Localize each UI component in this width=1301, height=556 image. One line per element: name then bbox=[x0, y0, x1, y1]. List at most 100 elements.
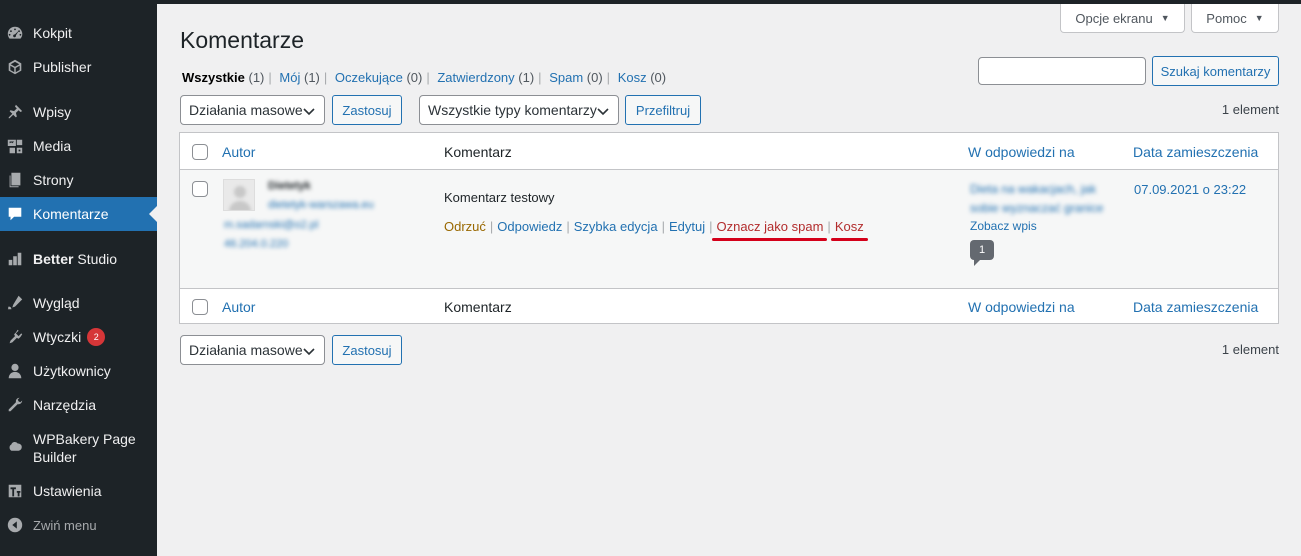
select-all-checkbox-footer[interactable] bbox=[192, 299, 208, 315]
bulk-actions-select-top[interactable]: Działania masowe bbox=[180, 95, 325, 125]
sidebar-item-komentarze[interactable]: Komentarze bbox=[0, 197, 157, 231]
sidebar-item-label: Wygląd bbox=[33, 295, 80, 311]
author-url[interactable]: dietetyk-warszawa.eu bbox=[268, 199, 374, 211]
author-email[interactable]: m.sadarnski@o2.pl bbox=[224, 219, 318, 231]
sidebar-item-label: Użytkownicy bbox=[33, 363, 111, 379]
settings-icon bbox=[6, 482, 24, 500]
edit-link[interactable]: Edytuj bbox=[669, 219, 705, 234]
caret-down-icon: ▼ bbox=[1160, 13, 1170, 23]
column-author[interactable]: Autor bbox=[222, 299, 255, 315]
collapse-menu-button[interactable]: Zwiń menu bbox=[0, 508, 157, 542]
reply-link[interactable]: Odpowiedz bbox=[497, 219, 562, 234]
status-filter-links: Wszystkie (1) | Mój (1) | Oczekujące (0) | … bbox=[182, 70, 667, 85]
sidebar-item-label: Better Studio bbox=[33, 251, 118, 267]
apply-button-bottom[interactable]: Zastosuj bbox=[332, 335, 402, 365]
column-date[interactable]: Data zamieszczenia bbox=[1133, 144, 1258, 160]
mark-spam-link[interactable]: Oznacz jako spam bbox=[716, 219, 823, 234]
row-actions: Odrzuć | Odpowiedz | Szybka edycja | Edytuj | Oz… bbox=[444, 219, 864, 234]
sidebar-item-label: Publisher bbox=[33, 59, 92, 75]
sidebar-item-label: Kokpit bbox=[33, 25, 72, 41]
filter-count: (0) bbox=[650, 70, 667, 85]
sidebar-item-label: Strony bbox=[33, 172, 74, 188]
admin-sidebar: Kokpit Publisher Wpisy Media Strony Kome… bbox=[0, 0, 157, 556]
author-name: Dietetyk bbox=[268, 180, 311, 192]
sidebar-item-label: Media bbox=[33, 138, 72, 154]
comment-count-bubble[interactable]: 1 bbox=[970, 240, 994, 266]
row-checkbox[interactable] bbox=[192, 181, 208, 197]
help-label: Pomoc bbox=[1206, 10, 1247, 26]
column-date[interactable]: Data zamieszczenia bbox=[1133, 299, 1258, 315]
screen-options-tab[interactable]: Opcje ekranu ▼ bbox=[1060, 4, 1185, 33]
users-icon bbox=[6, 362, 24, 380]
help-tab[interactable]: Pomoc ▼ bbox=[1191, 4, 1279, 33]
filter-count: (0) bbox=[406, 70, 423, 85]
sidebar-item-better-studio[interactable]: Better Studio bbox=[0, 242, 157, 276]
column-author[interactable]: Autor bbox=[222, 144, 255, 160]
media-icon bbox=[6, 137, 24, 155]
items-count-top: 1 element bbox=[1221, 102, 1279, 117]
sidebar-item-label: Ustawienia bbox=[33, 483, 102, 499]
filter-trash[interactable]: Kosz bbox=[618, 70, 647, 85]
trash-link[interactable]: Kosz bbox=[835, 219, 864, 234]
filter-all[interactable]: Wszystkie bbox=[182, 70, 245, 85]
view-post-link[interactable]: Zobacz wpis bbox=[970, 219, 1037, 233]
update-count-badge: 2 bbox=[87, 328, 106, 346]
collapse-icon bbox=[6, 516, 24, 534]
sidebar-item-kokpit[interactable]: Kokpit bbox=[0, 16, 157, 50]
appearance-icon bbox=[6, 294, 24, 312]
dashboard-icon bbox=[6, 24, 24, 42]
bulk-actions-select-bottom[interactable]: Działania masowe bbox=[180, 335, 325, 365]
column-comment: Komentarz bbox=[444, 144, 512, 160]
pages-icon bbox=[6, 171, 24, 189]
table-header: Autor Komentarz W odpowiedzi na Data zam… bbox=[180, 133, 1278, 170]
filter-count: (1) bbox=[303, 70, 320, 85]
filter-approved[interactable]: Zatwierdzony bbox=[437, 70, 514, 85]
bulk-actions-selected: Działania masowe bbox=[189, 342, 303, 358]
sidebar-item-wpisy[interactable]: Wpisy bbox=[0, 95, 157, 129]
sidebar-item-publisher[interactable]: Publisher bbox=[0, 50, 157, 84]
author-ip[interactable]: 46.204.0.220 bbox=[224, 238, 288, 250]
apply-button-top[interactable]: Zastosuj bbox=[332, 95, 402, 125]
comment-date[interactable]: 07.09.2021 o 23:22 bbox=[1134, 182, 1246, 197]
publisher-icon bbox=[6, 58, 24, 76]
search-comments-button[interactable]: Szukaj komentarzy bbox=[1152, 56, 1279, 86]
column-response-to[interactable]: W odpowiedzi na bbox=[968, 144, 1075, 160]
comment-type-selected: Wszystkie typy komentarzy bbox=[428, 102, 597, 118]
filter-count: (1) bbox=[248, 70, 265, 85]
chevron-down-icon bbox=[303, 108, 315, 116]
sidebar-item-narzedzia[interactable]: Narzędzia bbox=[0, 388, 157, 422]
sidebar-item-label: Zwiń menu bbox=[33, 517, 97, 533]
sidebar-item-uzytkownicy[interactable]: Użytkownicy bbox=[0, 354, 157, 388]
pin-icon bbox=[6, 103, 24, 121]
sidebar-item-strony[interactable]: Strony bbox=[0, 163, 157, 197]
plugins-icon bbox=[6, 328, 24, 346]
comments-table: Autor Komentarz W odpowiedzi na Data zam… bbox=[179, 132, 1279, 324]
sidebar-item-wtyczki[interactable]: Wtyczki 2 bbox=[0, 320, 157, 354]
page-title: Komentarze bbox=[180, 27, 305, 53]
tools-icon bbox=[6, 396, 24, 414]
unapprove-link[interactable]: Odrzuć bbox=[444, 219, 486, 234]
sidebar-item-wpbakery[interactable]: WPBakery Page Builder bbox=[0, 426, 157, 470]
sidebar-item-ustawienia[interactable]: Ustawienia bbox=[0, 474, 157, 508]
quick-edit-link[interactable]: Szybka edycja bbox=[574, 219, 658, 234]
table-row: Dietetyk dietetyk-warszawa.eu m.sadarnsk… bbox=[180, 170, 1278, 288]
wpbakery-icon bbox=[6, 439, 24, 457]
column-comment: Komentarz bbox=[444, 299, 512, 315]
sidebar-item-label: WPBakery Page Builder bbox=[33, 431, 136, 465]
filter-spam[interactable]: Spam bbox=[549, 70, 583, 85]
sidebar-item-media[interactable]: Media bbox=[0, 129, 157, 163]
comment-text: Komentarz testowy bbox=[444, 190, 555, 205]
select-all-checkbox[interactable] bbox=[192, 144, 208, 160]
filter-pending[interactable]: Oczekujące bbox=[335, 70, 403, 85]
sidebar-item-wyglad[interactable]: Wygląd bbox=[0, 286, 157, 320]
chevron-down-icon bbox=[597, 108, 609, 116]
filter-mine[interactable]: Mój bbox=[279, 70, 300, 85]
sidebar-item-label: Wpisy bbox=[33, 104, 72, 120]
comment-type-select[interactable]: Wszystkie typy komentarzy bbox=[419, 95, 619, 125]
column-response-to[interactable]: W odpowiedzi na bbox=[968, 299, 1075, 315]
in-response-to-link[interactable]: Dieta na wakacjach, jak sobie wyznaczać … bbox=[970, 180, 1120, 218]
avatar bbox=[223, 179, 255, 211]
filter-button[interactable]: Przefiltruj bbox=[625, 95, 701, 125]
filter-count: (0) bbox=[586, 70, 603, 85]
search-input[interactable] bbox=[978, 57, 1146, 85]
